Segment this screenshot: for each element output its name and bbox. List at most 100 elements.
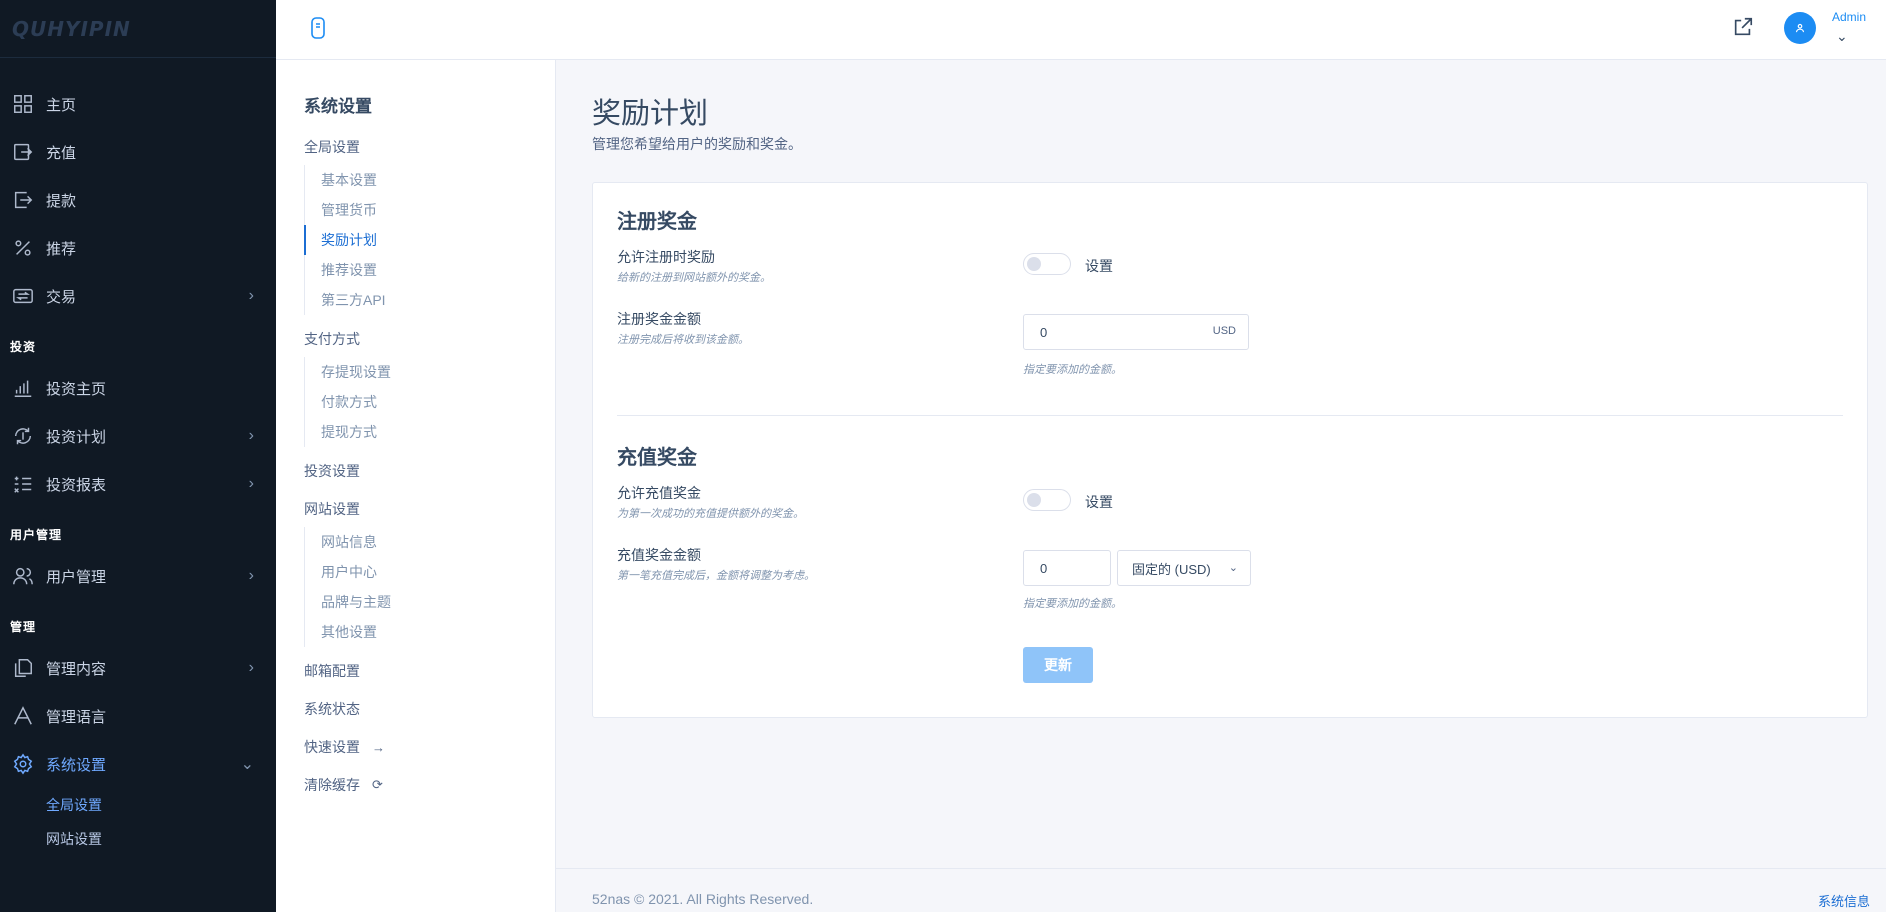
field-label-deposit-amount: 充值奖金金额 <box>617 547 701 563</box>
selected-option: 固定的 (USD) <box>1132 561 1211 577</box>
chevron-down-icon[interactable]: ⌄ <box>1836 28 1848 45</box>
field-hint-allow-deposit: 为第一次成功的充值提供额外的奖金。 <box>617 508 804 520</box>
sidebar-item-label: 用户管理 <box>46 568 107 586</box>
page-title: 奖励计划 <box>592 98 709 130</box>
sidebar-item-manage-content[interactable]: 管理内容 › <box>0 644 276 692</box>
menu-item-user-center[interactable]: 用户中心 <box>305 557 555 587</box>
language-icon <box>12 705 34 727</box>
menu-group-payment: 支付方式 <box>304 331 360 347</box>
sidebar-subitem-global-settings[interactable]: 全局设置 <box>0 788 276 822</box>
sidebar-item-user-management[interactable]: 用户管理 › <box>0 552 276 600</box>
menu-item-label: 系统状态 <box>304 701 360 717</box>
signup-bonus-toggle[interactable] <box>1023 253 1071 275</box>
sidebar-item-withdraw[interactable]: 提款 <box>0 176 276 224</box>
field-hint-signup-amount: 注册完成后将收到该金额。 <box>617 334 749 346</box>
bar-chart-icon <box>12 377 34 399</box>
deposit-toggle-label: 设置 <box>1085 494 1113 510</box>
menu-item-withdraw-methods[interactable]: 提现方式 <box>305 417 555 447</box>
menu-item-payment-methods[interactable]: 付款方式 <box>305 387 555 417</box>
sidebar-item-deposit[interactable]: 充值 <box>0 128 276 176</box>
system-info-link[interactable]: 系统信息 <box>1818 891 1870 910</box>
menu-item-invest-settings[interactable]: 投资设置 <box>304 461 555 481</box>
sidebar-item-manage-language[interactable]: 管理语言 <box>0 692 276 740</box>
menu-item-label: 邮箱配置 <box>304 663 360 679</box>
sidebar-item-invest-home[interactable]: 投资主页 <box>0 364 276 412</box>
chevron-down-icon: ⌄ <box>240 756 254 773</box>
menu-item-deposit-withdraw[interactable]: 存提现设置 <box>305 357 555 387</box>
currency-unit: USD <box>1212 325 1236 337</box>
sidebar-item-invest-reports[interactable]: 投资报表 › <box>0 460 276 508</box>
menu-group-global: 全局设置 <box>304 139 360 155</box>
withdraw-icon <box>12 189 34 211</box>
sidebar-item-label: 投资计划 <box>46 428 107 446</box>
chevron-right-icon: › <box>248 567 254 584</box>
deposit-icon <box>12 141 34 163</box>
update-button[interactable]: 更新 <box>1023 647 1093 683</box>
external-link-icon[interactable] <box>1732 16 1754 38</box>
sidebar-item-label: 管理内容 <box>46 660 107 678</box>
page-subtitle: 管理您希望给用户的奖励和奖金。 <box>592 136 802 152</box>
menu-item-clear-cache[interactable]: 清除缓存 ⟳ <box>304 775 555 795</box>
field-label-allow-deposit: 允许充值奖金 <box>617 485 701 501</box>
sidebar-item-system-settings[interactable]: 系统设置 ⌄ <box>0 740 276 788</box>
sidebar-item-transactions[interactable]: 交易 › <box>0 272 276 320</box>
rewards-card: 注册奖金 允许注册时奖励 给新的注册到网站额外的奖金。 设置 注册奖金金额 注册… <box>592 182 1868 718</box>
deposit-amount-value: 0 <box>1040 560 1048 576</box>
sidebar-item-label: 推荐 <box>46 240 77 258</box>
chevron-right-icon: › <box>248 475 254 492</box>
menu-item-rewards-plan[interactable]: 奖励计划 <box>304 225 555 255</box>
mobile-menu-icon[interactable] <box>310 16 326 40</box>
menu-item-brand-theme[interactable]: 品牌与主题 <box>305 587 555 617</box>
users-icon <box>12 565 34 587</box>
section-title-deposit: 充值奖金 <box>617 447 697 469</box>
menu-item-quick-setup[interactable]: 快速设置 → <box>304 737 555 757</box>
main-content: 奖励计划 管理您希望给用户的奖励和奖金。 注册奖金 允许注册时奖励 给新的注册到… <box>556 60 1886 912</box>
deposit-bonus-type-select[interactable]: 固定的 (USD) ⌄ <box>1117 550 1251 586</box>
signup-amount-help: 指定要添加的金额。 <box>1023 364 1122 376</box>
sidebar-item-home[interactable]: 主页 <box>0 80 276 128</box>
brand-logo[interactable]: QUHYIPIN <box>0 0 276 58</box>
grid-icon <box>12 93 34 115</box>
deposit-amount-help: 指定要添加的金额。 <box>1023 598 1122 610</box>
percent-icon <box>12 237 34 259</box>
menu-item-site-info[interactable]: 网站信息 <box>305 527 555 557</box>
menu-children-site: 网站信息 用户中心 品牌与主题 其他设置 <box>304 527 555 647</box>
refresh-icon: ⟳ <box>372 777 383 792</box>
user-icon <box>1795 23 1805 33</box>
section-title-signup: 注册奖金 <box>617 211 697 233</box>
chevron-right-icon: › <box>248 287 254 304</box>
menu-item-basic-settings[interactable]: 基本设置 <box>305 165 555 195</box>
menu-item-third-party-api[interactable]: 第三方API <box>305 285 555 315</box>
deposit-bonus-toggle[interactable] <box>1023 489 1071 511</box>
menu-item-referral-settings[interactable]: 推荐设置 <box>305 255 555 285</box>
sidebar-subitem-site-settings[interactable]: 网站设置 <box>0 822 276 856</box>
pages-icon <box>12 657 34 679</box>
menu-item-other-settings[interactable]: 其他设置 <box>305 617 555 647</box>
sidebar-item-label: 管理语言 <box>46 708 107 726</box>
settings-menu-title: 系统设置 <box>304 97 372 116</box>
report-icon <box>12 473 34 495</box>
sidebar-item-label: 投资报表 <box>46 476 107 494</box>
chevron-right-icon: › <box>248 427 254 444</box>
sidebar-item-label: 交易 <box>46 288 77 306</box>
field-label-allow-signup: 允许注册时奖励 <box>617 249 715 265</box>
menu-children-payment: 存提现设置 付款方式 提现方式 <box>304 357 555 447</box>
menu-item-label: 清除缓存 <box>304 777 360 793</box>
menu-group-site: 网站设置 <box>304 501 360 517</box>
field-hint-deposit-amount: 第一笔充值完成后，金额将调整为考虑。 <box>617 570 815 582</box>
deposit-amount-input[interactable]: 0 <box>1023 550 1111 586</box>
sidebar-item-invest-plans[interactable]: 投资计划 › <box>0 412 276 460</box>
user-name[interactable]: Admin <box>1832 10 1866 24</box>
signup-amount-input[interactable]: 0 USD <box>1023 314 1249 350</box>
menu-children-global: 基本设置 管理货币 奖励计划 推荐设置 第三方API <box>304 165 555 315</box>
plan-icon <box>12 425 34 447</box>
menu-item-currency[interactable]: 管理货币 <box>305 195 555 225</box>
signup-toggle-label: 设置 <box>1085 258 1113 274</box>
menu-item-email-config[interactable]: 邮箱配置 <box>304 661 555 681</box>
toggle-knob <box>1027 257 1041 271</box>
sidebar-item-referral[interactable]: 推荐 <box>0 224 276 272</box>
menu-item-system-status[interactable]: 系统状态 <box>304 699 555 719</box>
copyright-text: 52nas © 2021. All Rights Reserved. <box>592 891 814 907</box>
sidebar-item-label: 主页 <box>46 96 77 114</box>
user-avatar[interactable] <box>1784 12 1816 44</box>
